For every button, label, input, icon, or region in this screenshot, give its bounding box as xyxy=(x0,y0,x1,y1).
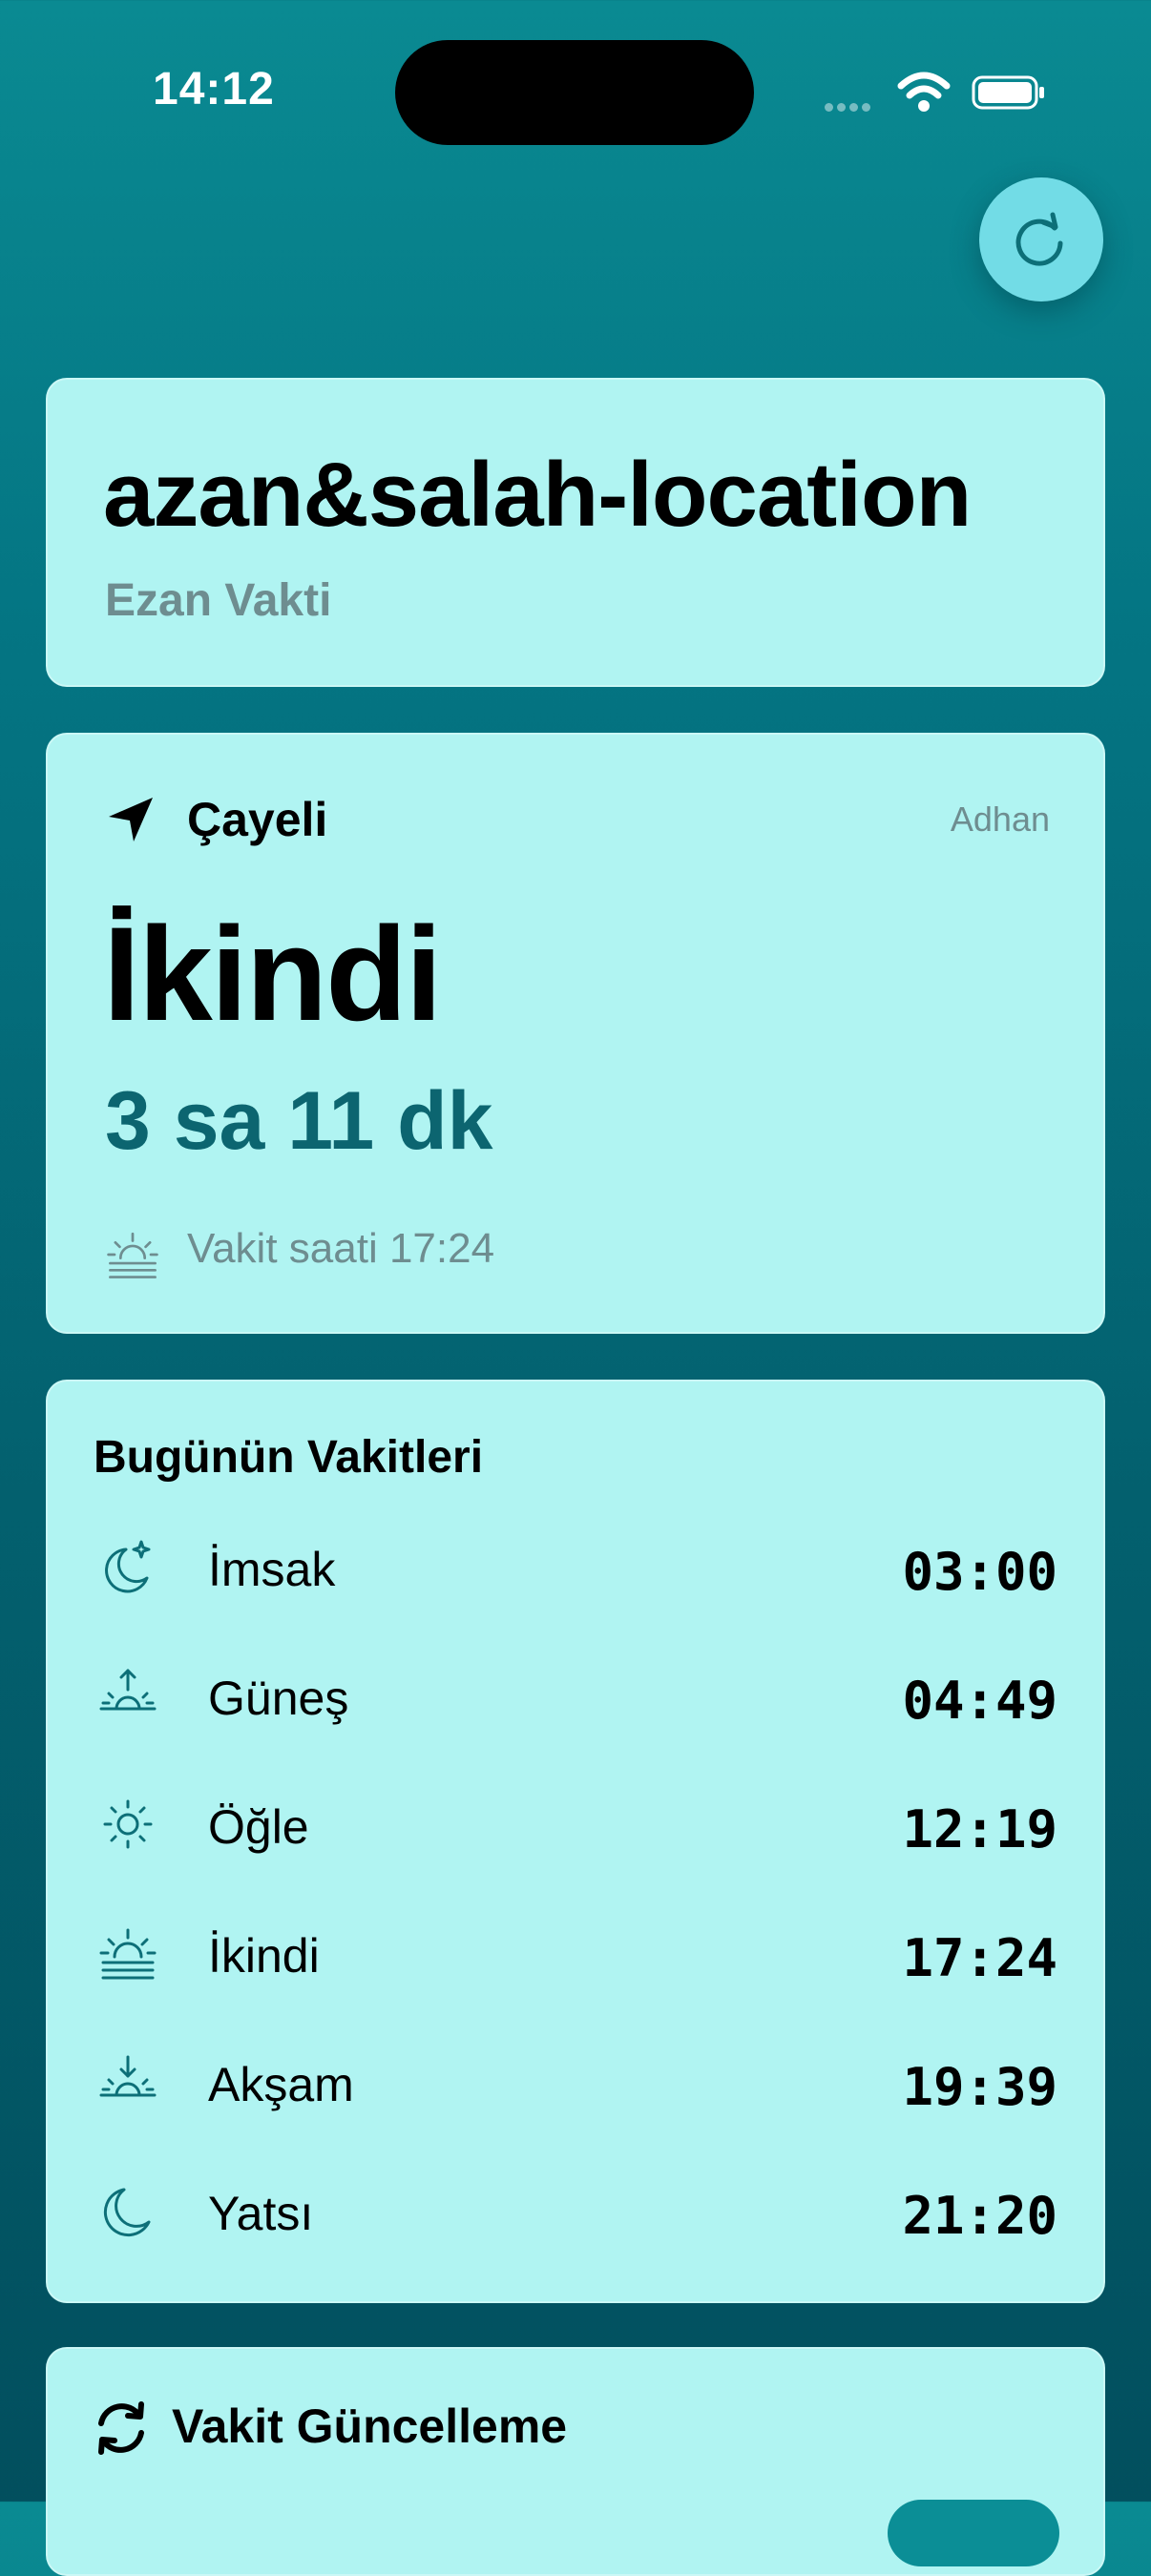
prayer-name: İmsak xyxy=(208,1543,336,1596)
prayer-row-aksam: Akşam 19:39 xyxy=(48,2025,1103,2139)
calculation-source: Adhan xyxy=(950,800,1050,839)
status-time: 14:12 xyxy=(153,64,275,114)
todays-times-card: Bugünün Vakitleri İmsak 03:00 Güneş 04:4… xyxy=(46,1380,1105,2303)
prayer-time: 03:00 xyxy=(902,1542,1057,1602)
countdown: 3 sa 11 dk xyxy=(105,1075,493,1167)
time-update-card: Vakit Güncelleme xyxy=(46,2347,1105,2576)
sun-haze-icon xyxy=(99,1928,157,1980)
prayer-row-imsak: İmsak 03:00 xyxy=(48,1509,1103,1624)
prayer-name: Güneş xyxy=(208,1672,349,1725)
prayer-time: 19:39 xyxy=(902,2057,1057,2117)
wifi-icon xyxy=(897,72,951,112)
moon-icon xyxy=(103,2188,151,2237)
refresh-icon xyxy=(1015,212,1063,266)
location-name: Çayeli xyxy=(187,793,328,846)
prayer-row-ikindi: İkindi 17:24 xyxy=(48,1896,1103,2010)
todays-times-title: Bugünün Vakitleri xyxy=(94,1432,484,1483)
time-update-title: Vakit Güncelleme xyxy=(172,2399,568,2453)
app-subtitle: Ezan Vakti xyxy=(105,575,332,626)
moon-stars-icon xyxy=(105,1540,151,1593)
sync-icon xyxy=(98,2401,144,2455)
sunset-icon xyxy=(99,2055,157,2097)
location-arrow-icon xyxy=(109,798,153,841)
prayer-name: Yatsı xyxy=(208,2187,314,2240)
sun-haze-icon xyxy=(107,1232,158,1278)
prayer-time: 17:24 xyxy=(902,1928,1057,1988)
prayer-name: Öğle xyxy=(208,1800,309,1854)
prayer-name: İkindi xyxy=(208,1929,320,1983)
prayer-row-gunes: Güneş 04:49 xyxy=(48,1638,1103,1753)
next-prayer-card: Çayeli Adhan İkindi 3 sa 11 dk Vakit saa… xyxy=(46,733,1105,1334)
app-title: azan&salah-location xyxy=(103,444,972,546)
refresh-button[interactable] xyxy=(979,177,1103,301)
prayer-time: 21:20 xyxy=(902,2186,1057,2246)
prayer-row-yatsi: Yatsı 21:20 xyxy=(48,2153,1103,2268)
prayer-row-ogle: Öğle 12:19 xyxy=(48,1767,1103,1881)
auto-update-toggle[interactable] xyxy=(888,2500,1059,2566)
next-prayer-name: İkindi xyxy=(103,899,443,1049)
prayer-time: 12:19 xyxy=(902,1799,1057,1859)
prayer-time: 04:49 xyxy=(902,1671,1057,1731)
dynamic-island xyxy=(395,40,754,145)
battery-icon xyxy=(972,75,1044,110)
prayer-time-label: Vakit saati 17:24 xyxy=(187,1225,495,1272)
prayer-name: Akşam xyxy=(208,2058,354,2111)
app-title-card: azan&salah-location Ezan Vakti xyxy=(46,378,1105,687)
cellular-signal-icon xyxy=(825,99,874,116)
sun-icon xyxy=(103,1799,153,1849)
sunrise-icon xyxy=(99,1669,157,1711)
